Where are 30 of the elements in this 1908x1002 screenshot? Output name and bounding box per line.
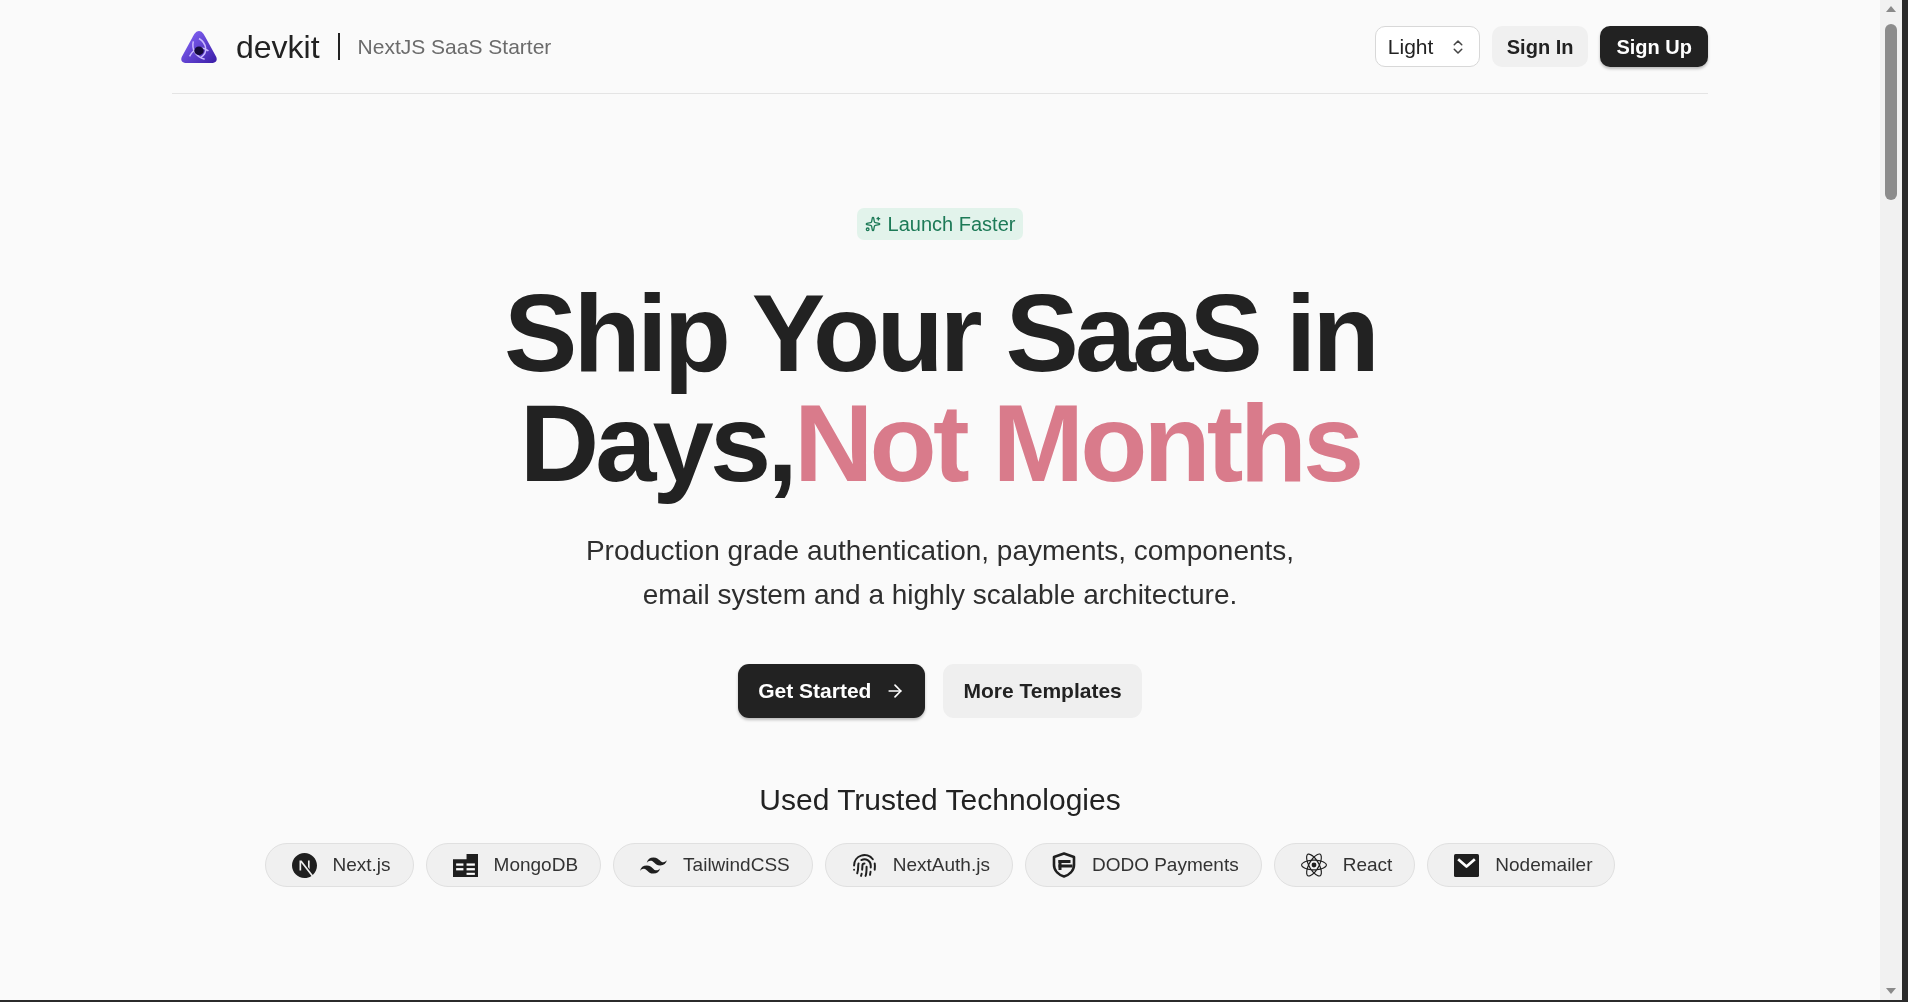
sign-in-button[interactable]: Sign In [1491,26,1589,67]
hero-headline: Ship Your SaaS in Days,Not Months [503,278,1377,506]
fingerprint-icon [851,852,877,878]
theme-select[interactable]: Light [1374,26,1480,67]
technology-name: DODO Payments [1091,852,1239,877]
scrollbar[interactable] [1880,0,1902,1000]
sparkle-icon [864,216,881,232]
scrollbar-thumb[interactable] [1885,24,1897,200]
tagline: NextJS SaaS Starter [357,33,552,60]
more-templates-button[interactable]: More Templates [943,664,1142,718]
envelope-icon [1454,853,1480,877]
brand-name: devkit [236,30,320,63]
hero-description: Production grade authentication, payments, components, email system and a highly scalable architecture. [584,534,1296,612]
logo-icon [180,29,218,64]
shield-icon [1051,852,1076,878]
get-started-button[interactable]: Get Started [738,664,926,718]
technology-name: React [1342,852,1393,877]
tiles-icon [452,853,478,877]
technology-name: Next.js [332,852,391,877]
technology-name: MongoDB [493,852,579,877]
n-logo-icon [291,852,317,878]
atom-icon [1300,852,1327,878]
technology-name: Nodemailer [1495,852,1593,877]
sign-up-button[interactable]: Sign Up [1600,26,1708,67]
technology-name: TailwindCSS [683,852,790,877]
technologies-heading: Used Trusted Technologies [759,782,1121,818]
badge-label: Launch Faster [887,212,1016,237]
scroll-down-arrow-icon[interactable] [1886,988,1896,994]
technology-name: NextAuth.js [892,852,990,877]
scroll-up-arrow-icon[interactable] [1886,6,1896,12]
